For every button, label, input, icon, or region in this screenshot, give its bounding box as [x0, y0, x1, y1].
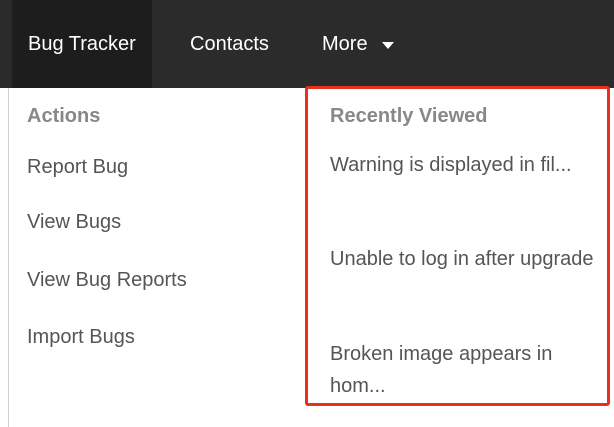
action-view-bug-reports[interactable]: View Bug Reports [27, 269, 187, 292]
menu-left-border [8, 88, 9, 427]
action-report-bug[interactable]: Report Bug [27, 156, 128, 179]
nav-tab-contacts[interactable]: Contacts [190, 0, 269, 88]
nav-more-label: More [322, 32, 368, 55]
recently-viewed-item[interactable]: Unable to log in after upgrade [330, 243, 595, 275]
nav-tab-contacts-label: Contacts [190, 32, 269, 55]
top-navigation-bar: Bug Tracker Contacts More [0, 0, 614, 88]
recently-viewed-item[interactable]: Broken image appears in hom... [330, 338, 595, 402]
nav-tab-bug-tracker[interactable]: Bug Tracker [12, 0, 152, 88]
chevron-down-icon [381, 42, 394, 49]
actions-header: Actions [27, 105, 101, 127]
nav-more-dropdown[interactable]: More [322, 0, 394, 88]
action-view-bugs[interactable]: View Bugs [27, 211, 121, 234]
recently-viewed-item[interactable]: Warning is displayed in fil... [330, 149, 595, 181]
nav-tab-bug-tracker-label: Bug Tracker [28, 32, 136, 55]
action-import-bugs[interactable]: Import Bugs [27, 326, 135, 349]
recently-viewed-header: Recently Viewed [330, 105, 488, 127]
